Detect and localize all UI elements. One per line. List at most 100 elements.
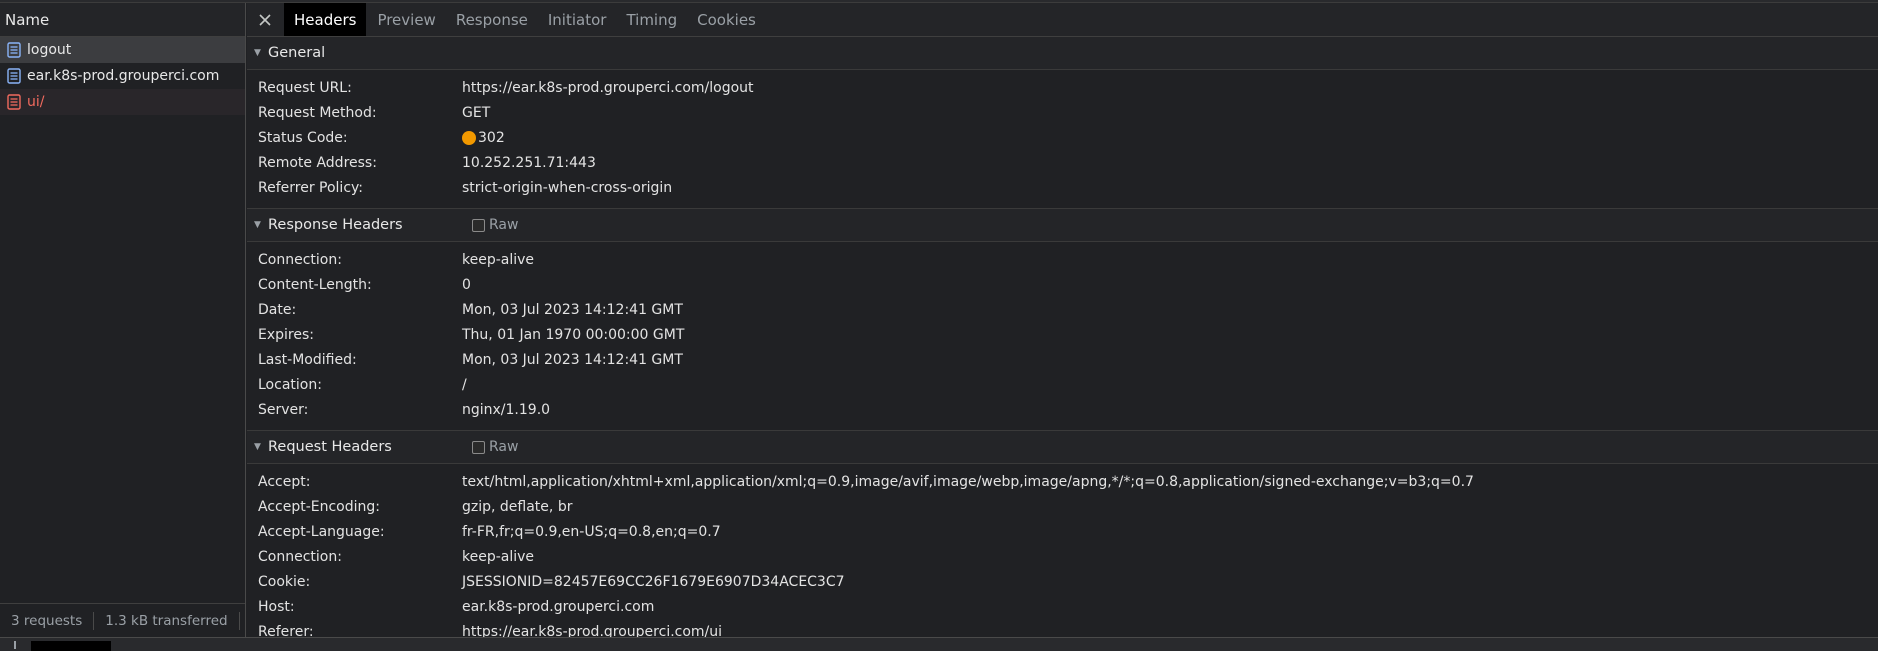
- section-title: Request Headers: [268, 439, 392, 455]
- status-code-text: 302: [478, 129, 505, 146]
- header-value: /: [462, 376, 467, 393]
- request-detail-pane: Headers Preview Response Initiator Timin…: [247, 3, 1878, 637]
- general-section-header[interactable]: ▼ General: [247, 37, 1878, 70]
- header-key: Accept-Language:: [258, 523, 385, 540]
- raw-label: Raw: [489, 439, 519, 455]
- header-row: Expires: Thu, 01 Jan 1970 00:00:00 GMT: [247, 322, 1878, 347]
- header-value: ear.k8s-prod.grouperci.com: [462, 598, 655, 615]
- document-icon: [7, 94, 21, 110]
- header-row: Accept-Encoding: gzip, deflate, br: [247, 494, 1878, 519]
- expand-triangle-icon: ▼: [254, 48, 261, 58]
- header-key: Server:: [258, 401, 309, 418]
- response-headers-body: Connection: keep-alive Content-Length: 0 D…: [247, 242, 1878, 431]
- raw-toggle[interactable]: Raw: [472, 439, 518, 455]
- header-row: Connection: keep-alive: [247, 544, 1878, 569]
- header-row: Referrer Policy: strict-origin-when-cros…: [247, 175, 1878, 200]
- header-value: Mon, 03 Jul 2023 14:12:41 GMT: [462, 351, 683, 368]
- header-key: Host:: [258, 598, 295, 615]
- header-key: Referer:: [258, 623, 314, 638]
- request-count: 3 requests: [11, 612, 83, 629]
- header-value: GET: [462, 104, 491, 121]
- detail-tab-bar: Headers Preview Response Initiator Timin…: [247, 3, 1878, 37]
- request-name: ui/: [27, 94, 45, 110]
- header-key: Request URL:: [258, 79, 352, 96]
- header-row: Request Method: GET: [247, 100, 1878, 125]
- general-section-body: Request URL: https://ear.k8s-prod.groupe…: [247, 70, 1878, 209]
- drawer-tab-strip: [0, 637, 1878, 651]
- tab-headers[interactable]: Headers: [284, 3, 367, 36]
- header-key: Connection:: [258, 251, 342, 268]
- transferred-size: 1.3 kB transferred: [105, 612, 228, 629]
- header-key: Remote Address:: [258, 154, 377, 171]
- header-key: Connection:: [258, 548, 342, 565]
- close-icon[interactable]: [247, 3, 283, 36]
- section-title: General: [268, 45, 326, 61]
- header-row: Accept: text/html,application/xhtml+xml,a…: [247, 469, 1878, 494]
- tab-cookies[interactable]: Cookies: [687, 3, 766, 36]
- raw-checkbox[interactable]: [472, 218, 485, 232]
- header-key: Expires:: [258, 326, 314, 343]
- request-name: logout: [27, 42, 72, 58]
- header-row: Host: ear.k8s-prod.grouperci.com: [247, 594, 1878, 619]
- header-value: Mon, 03 Jul 2023 14:12:41 GMT: [462, 301, 683, 318]
- section-title: Response Headers: [268, 217, 403, 233]
- devtools-network-panel: Name logout ear.k8s-prod.grouperci.com u…: [0, 0, 1878, 651]
- expand-triangle-icon: ▼: [254, 442, 261, 452]
- header-value: https://ear.k8s-prod.grouperci.com/ui: [462, 623, 723, 638]
- header-value: keep-alive: [462, 548, 535, 565]
- expand-triangle-icon: ▼: [254, 220, 261, 230]
- raw-checkbox[interactable]: [472, 440, 485, 454]
- name-column-header[interactable]: Name: [0, 3, 245, 37]
- header-key: Referrer Policy:: [258, 179, 363, 196]
- request-row-ui[interactable]: ui/: [0, 89, 245, 115]
- header-value: text/html,application/xhtml+xml,applicat…: [462, 473, 1474, 490]
- request-list-pane: Name logout ear.k8s-prod.grouperci.com u…: [0, 3, 246, 637]
- header-key: Location:: [258, 376, 322, 393]
- header-key: Accept-Encoding:: [258, 498, 381, 515]
- request-row-logout[interactable]: logout: [0, 37, 245, 63]
- raw-toggle[interactable]: Raw: [472, 217, 518, 233]
- network-summary-bar: 3 requests 1.3 kB transferred: [0, 603, 245, 637]
- status-divider: [238, 611, 240, 630]
- header-value: 0: [462, 276, 471, 293]
- header-row: Cookie: JSESSIONID=82457E69CC26F1679E6907…: [247, 569, 1878, 594]
- header-row: Date: Mon, 03 Jul 2023 14:12:41 GMT: [247, 297, 1878, 322]
- header-key: Date:: [258, 301, 297, 318]
- tab-preview[interactable]: Preview: [367, 3, 445, 36]
- header-value: fr-FR,fr;q=0.9,en-US;q=0.8,en;q=0.7: [462, 523, 721, 540]
- tab-response[interactable]: Response: [446, 3, 538, 36]
- header-row: Content-Length: 0: [247, 272, 1878, 297]
- header-row: Remote Address: 10.252.251.71:443: [247, 150, 1878, 175]
- document-icon: [7, 68, 21, 84]
- header-key: Request Method:: [258, 104, 377, 121]
- header-value: strict-origin-when-cross-origin: [462, 179, 673, 196]
- drawer-tab[interactable]: [31, 641, 111, 651]
- header-key: Content-Length:: [258, 276, 372, 293]
- header-row: Last-Modified: Mon, 03 Jul 2023 14:12:41 …: [247, 347, 1878, 372]
- document-icon: [7, 42, 21, 58]
- header-value: keep-alive: [462, 251, 535, 268]
- status-code-value: 302: [462, 130, 505, 146]
- header-value: 10.252.251.71:443: [462, 154, 596, 171]
- response-headers-section-header[interactable]: ▼ Response Headers Raw: [247, 209, 1878, 242]
- header-value: nginx/1.19.0: [462, 401, 551, 418]
- header-key: Last-Modified:: [258, 351, 357, 368]
- header-row: Location: /: [247, 372, 1878, 397]
- request-row-host[interactable]: ear.k8s-prod.grouperci.com: [0, 63, 245, 89]
- header-key: Cookie:: [258, 573, 311, 590]
- header-row: Accept-Language: fr-FR,fr;q=0.9,en-US;q=0…: [247, 519, 1878, 544]
- tab-timing[interactable]: Timing: [616, 3, 687, 36]
- header-row: Request URL: https://ear.k8s-prod.groupe…: [247, 75, 1878, 100]
- header-row: Server: nginx/1.19.0: [247, 397, 1878, 422]
- header-value: https://ear.k8s-prod.grouperci.com/logou…: [462, 79, 754, 96]
- header-key: Status Code:: [258, 129, 348, 146]
- request-headers-section-header[interactable]: ▼ Request Headers Raw: [247, 431, 1878, 464]
- raw-label: Raw: [489, 217, 519, 233]
- header-value: gzip, deflate, br: [462, 498, 573, 515]
- header-row: Referer: https://ear.k8s-prod.grouperci.c…: [247, 619, 1878, 638]
- header-value: JSESSIONID=82457E69CC26F1679E6907D34ACEC…: [462, 573, 845, 590]
- request-headers-body: Accept: text/html,application/xhtml+xml,a…: [247, 464, 1878, 638]
- drawer-handle-icon[interactable]: [14, 641, 20, 649]
- tab-initiator[interactable]: Initiator: [538, 3, 617, 36]
- header-row: Status Code: 302: [247, 125, 1878, 150]
